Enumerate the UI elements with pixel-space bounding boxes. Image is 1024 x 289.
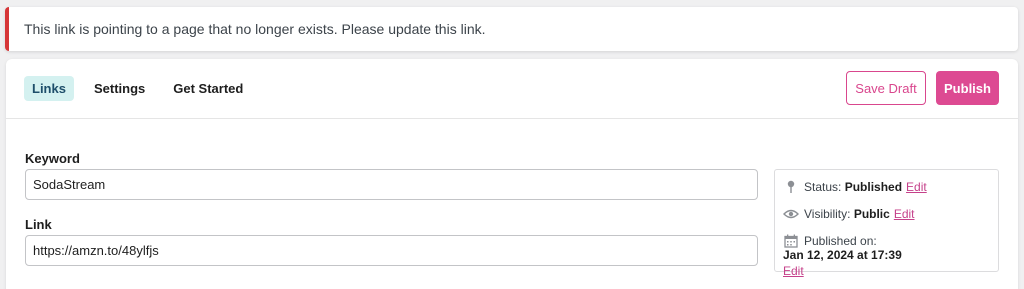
visibility-row: Visibility: Public Edit: [783, 207, 915, 221]
published-on-value: Jan 12, 2024 at 17:39: [783, 248, 902, 262]
notice-message: This link is pointing to a page that no …: [24, 21, 486, 37]
edit-published-on-link[interactable]: Edit: [783, 264, 993, 278]
status-value: Published: [844, 180, 903, 194]
save-draft-button[interactable]: Save Draft: [846, 71, 926, 105]
tab-get-started[interactable]: Get Started: [165, 76, 251, 101]
pin-icon: [783, 180, 799, 194]
published-on-row: Published on: Jan 12, 2024 at 17:39 Edit: [783, 234, 993, 278]
link-input[interactable]: [25, 235, 758, 266]
tab-links[interactable]: Links: [24, 76, 74, 101]
edit-status-link[interactable]: Edit: [906, 180, 927, 194]
calendar-icon: [783, 234, 799, 248]
visibility-label: Visibility:: [804, 207, 851, 221]
link-editor-panel: Links Settings Get Started Save Draft Pu…: [6, 59, 1018, 289]
link-label: Link: [25, 217, 52, 232]
eye-icon: [783, 207, 799, 221]
error-notice: This link is pointing to a page that no …: [5, 7, 1018, 51]
tab-bar: Links Settings Get Started: [24, 76, 263, 101]
panel-header: Links Settings Get Started Save Draft Pu…: [6, 59, 1018, 119]
keyword-input[interactable]: [25, 169, 758, 200]
published-on-label: Published on:: [804, 234, 877, 248]
status-row: Status: Published Edit: [783, 180, 927, 194]
tab-settings[interactable]: Settings: [86, 76, 153, 101]
visibility-value: Public: [853, 207, 890, 221]
edit-visibility-link[interactable]: Edit: [894, 207, 915, 221]
publish-button[interactable]: Publish: [936, 71, 999, 105]
status-label: Status:: [804, 180, 842, 194]
publish-meta-box: Status: Published Edit Visibility: Publi…: [774, 169, 999, 278]
keyword-label: Keyword: [25, 151, 80, 166]
